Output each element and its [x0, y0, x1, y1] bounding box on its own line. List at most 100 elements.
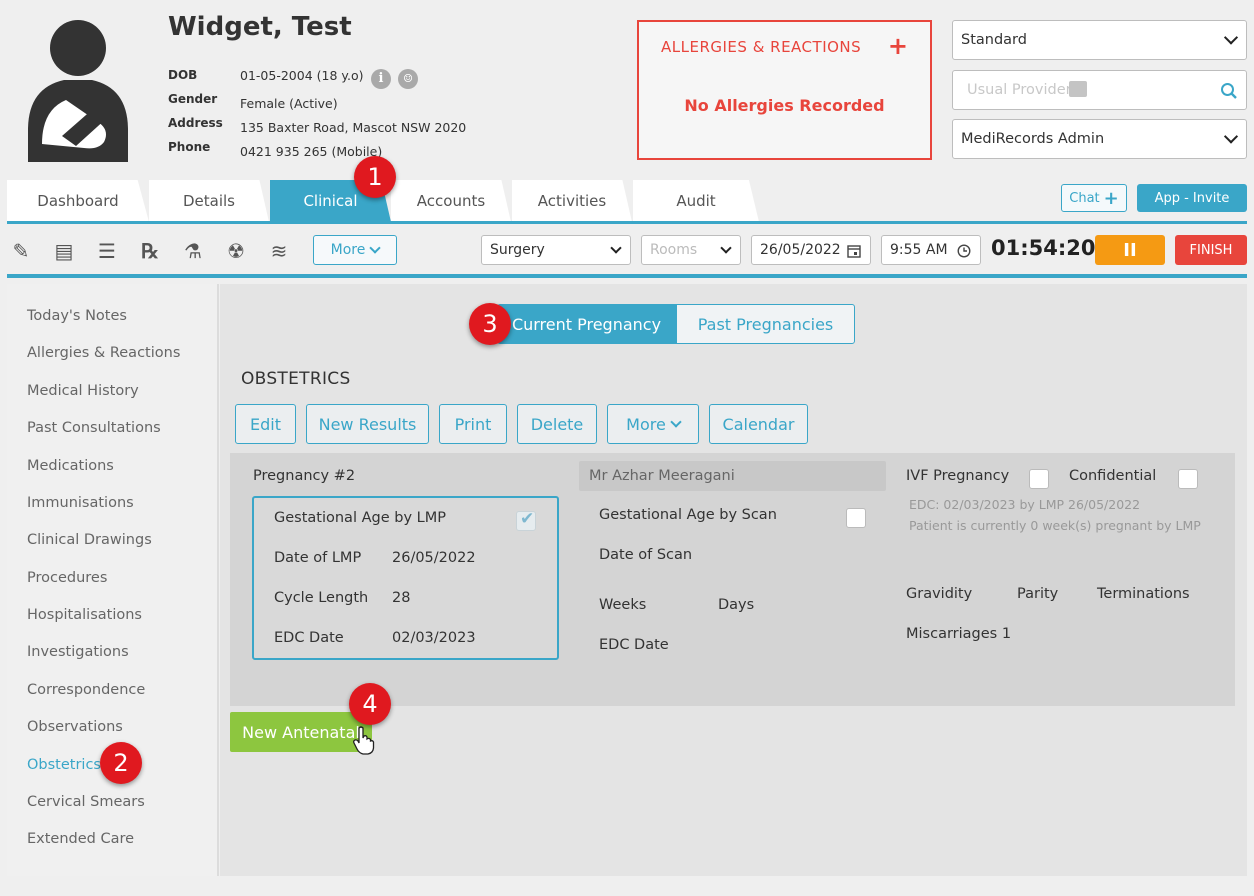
confidential-label: Confidential [1069, 468, 1157, 484]
sidenav-item-extended-care[interactable]: Extended Care [27, 831, 134, 847]
toolbar-more-label: More [330, 242, 366, 258]
patient-name: Widget, Test [168, 12, 352, 42]
app-invite-button[interactable]: App - Invite [1137, 184, 1247, 212]
sidenav-item-procedures[interactable]: Procedures [27, 570, 107, 586]
gestational-scan-label: Gestational Age by Scan [599, 507, 777, 523]
edc-note: EDC: 02/03/2023 by LMP 26/05/2022 [909, 497, 1141, 512]
pause-button[interactable]: II [1095, 235, 1165, 265]
document-icon[interactable]: ▤ [51, 238, 77, 264]
sidenav-item-past-consultations[interactable]: Past Consultations [27, 420, 161, 436]
toolbar-divider [7, 274, 1247, 278]
time-input[interactable]: 9:55 AM [881, 235, 981, 265]
toolbar-more-button[interactable]: More [313, 235, 397, 265]
info-icon[interactable]: i [371, 69, 391, 89]
confidential-checkbox[interactable] [1178, 469, 1198, 489]
baby-icon[interactable]: ☺ [398, 69, 418, 89]
finish-button[interactable]: FINISH [1175, 235, 1247, 265]
sidenav-item-obstetrics[interactable]: Obstetrics [27, 757, 101, 773]
sidenav-item-todays-notes[interactable]: Today's Notes [27, 308, 127, 324]
allergies-title: ALLERGIES & REACTIONS [661, 38, 862, 56]
tab-current-pregnancy[interactable]: Current Pregnancy [497, 304, 676, 344]
days-label: Days [718, 597, 755, 613]
sidenav-item-clinical-drawings[interactable]: Clinical Drawings [27, 532, 152, 548]
location-select[interactable]: Surgery [481, 235, 631, 265]
sidenav-item-cervical-smears[interactable]: Cervical Smears [27, 794, 145, 810]
gender-label: Gender [168, 92, 218, 106]
phone-value: 0421 935 265 (Mobile) [240, 144, 383, 159]
actions-more-button[interactable]: More [607, 404, 699, 444]
tab-details[interactable]: Details [149, 180, 269, 222]
date-input[interactable]: 26/05/2022 [751, 235, 871, 265]
lab-flask-icon[interactable]: ⚗ [180, 238, 206, 264]
edit-button[interactable]: Edit [235, 404, 296, 444]
lmp-checkbox[interactable]: ✔ [516, 509, 536, 531]
chat-label: Chat [1069, 190, 1100, 206]
sidenav-item-medications[interactable]: Medications [27, 458, 114, 474]
pregnancy-title: Pregnancy #2 [253, 468, 356, 484]
search-icon[interactable] [1220, 82, 1238, 100]
chevron-down-icon [720, 242, 732, 254]
tab-past-pregnancies[interactable]: Past Pregnancies [676, 304, 855, 344]
tab-activities[interactable]: Activities [512, 180, 632, 222]
gender-value: Female (Active) [240, 96, 338, 111]
radiation-icon[interactable]: ☢ [223, 238, 249, 264]
tab-dashboard[interactable]: Dashboard [7, 180, 149, 222]
sidenav-item-allergies[interactable]: Allergies & Reactions [27, 345, 180, 361]
delete-button[interactable]: Delete [517, 404, 597, 444]
date-of-lmp-label: Date of LMP [274, 550, 362, 566]
date-value: 26/05/2022 [760, 242, 841, 258]
clock-icon [957, 244, 971, 258]
miscarriages-label: Miscarriages 1 [906, 626, 1012, 642]
sidenav-item-correspondence[interactable]: Correspondence [27, 682, 145, 698]
allergies-panel: ALLERGIES & REACTIONS + No Allergies Rec… [637, 20, 932, 160]
prescription-icon[interactable]: ℞ [137, 238, 163, 264]
report-icon[interactable]: ☰ [94, 238, 120, 264]
chevron-down-icon [369, 242, 382, 254]
sidenav-item-investigations[interactable]: Investigations [27, 644, 129, 660]
chevron-down-icon [670, 416, 682, 428]
location-value: Surgery [490, 242, 545, 258]
usual-provider-input[interactable]: Usual Provider [952, 70, 1247, 110]
date-of-lmp-value: 26/05/2022 [392, 550, 476, 566]
usual-provider-placeholder: Usual Provider [967, 82, 1072, 98]
billing-select-value: Standard [961, 32, 1027, 48]
provider-field: Mr Azhar Meeragani [579, 461, 886, 491]
scan-edc-label: EDC Date [599, 637, 669, 653]
billing-select[interactable]: Standard [952, 20, 1247, 60]
sidenav-item-observations[interactable]: Observations [27, 719, 123, 735]
sidenav-item-medical-history[interactable]: Medical History [27, 383, 139, 399]
dob-label: DOB [168, 68, 198, 82]
section-title: OBSTETRICS [241, 369, 351, 389]
gravidity-label: Gravidity [906, 586, 973, 602]
weeks-label: Weeks [599, 597, 647, 613]
rooms-select[interactable]: Rooms [641, 235, 741, 265]
calendar-button[interactable]: Calendar [709, 404, 808, 444]
step-badge-2: 2 [100, 742, 142, 784]
sidenav-item-hospitalisations[interactable]: Hospitalisations [27, 607, 142, 623]
pregnancy-status-note: Patient is currently 0 week(s) pregnant … [909, 518, 1201, 533]
print-button[interactable]: Print [439, 404, 507, 444]
scan-checkbox[interactable] [846, 508, 866, 528]
actions-more-label: More [626, 414, 666, 434]
lmp-edc-value: 02/03/2023 [392, 630, 476, 646]
chat-button[interactable]: Chat + [1061, 184, 1127, 212]
tab-accounts[interactable]: Accounts [391, 180, 511, 222]
add-allergy-icon[interactable]: + [888, 32, 908, 60]
dob-value: 01-05-2004 (18 y.o) [240, 68, 364, 83]
cycle-length-value: 28 [392, 590, 411, 606]
tab-audit[interactable]: Audit [633, 180, 759, 222]
phone-label: Phone [168, 140, 211, 154]
sidenav-item-immunisations[interactable]: Immunisations [27, 495, 134, 511]
check-icon: ✔ [520, 509, 535, 529]
new-results-button[interactable]: New Results [306, 404, 429, 444]
ivf-checkbox[interactable] [1029, 469, 1049, 489]
notes-icon[interactable]: ✎ [8, 238, 34, 264]
allergies-status: No Allergies Recorded [684, 96, 885, 115]
new-antenatal-button[interactable]: New Antenatal [230, 712, 372, 752]
step-badge-1: 1 [354, 156, 396, 198]
stack-icon[interactable]: ≋ [266, 238, 292, 264]
chevron-down-icon [1223, 129, 1239, 144]
cycle-length-label: Cycle Length [274, 590, 369, 606]
chevron-down-icon [610, 242, 622, 254]
user-select[interactable]: MediRecords Admin [952, 119, 1247, 159]
